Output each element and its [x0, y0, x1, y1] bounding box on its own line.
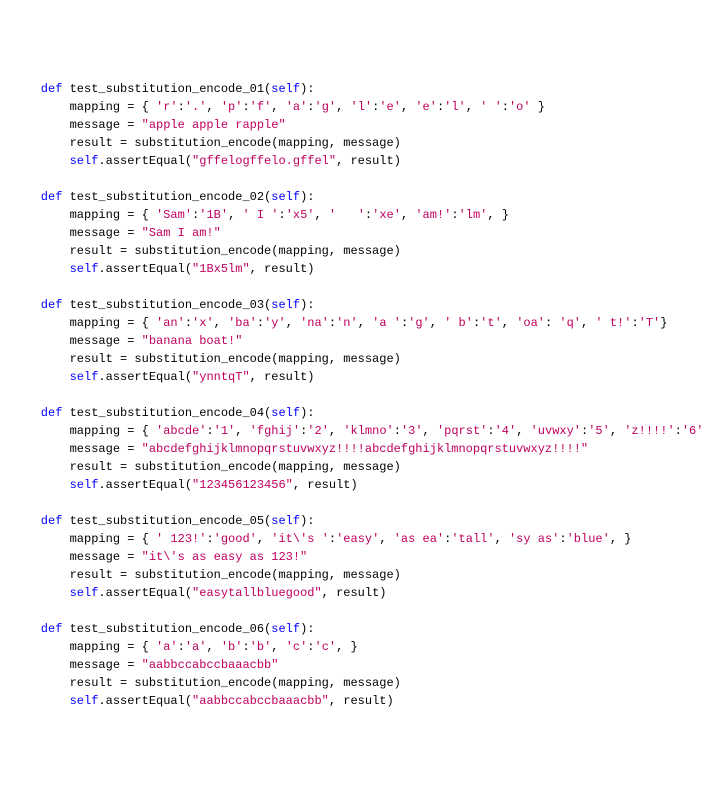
- mapping-line: mapping = { 'Sam':'1B', ' I ':'x5', ' ':…: [12, 206, 691, 224]
- blank-line: [12, 386, 691, 404]
- mapping-line: mapping = { 'r':'.', 'p':'f', 'a':'g', '…: [12, 98, 691, 116]
- keyword-def: def: [41, 622, 63, 636]
- result-line: result = substitution_encode(mapping, me…: [12, 134, 691, 152]
- keyword-def: def: [41, 82, 63, 96]
- blank-line: [12, 494, 691, 512]
- function-name: test_substitution_encode_04: [70, 406, 264, 420]
- blank-line: [12, 278, 691, 296]
- mapping-line: mapping = { 'a':'a', 'b':'b', 'c':'c', }: [12, 638, 691, 656]
- function-name: test_substitution_encode_03: [70, 298, 264, 312]
- keyword-self: self: [70, 154, 99, 168]
- blank-line: [12, 602, 691, 620]
- assert-line: self.assertEqual("123456123456", result): [12, 476, 691, 494]
- assert-arg: "aabbccabccbaaacbb": [192, 694, 329, 708]
- assert-arg: "ynntqT": [192, 370, 250, 384]
- keyword-self: self: [70, 262, 99, 276]
- message-line: message = "apple apple rapple": [12, 116, 691, 134]
- mapping-line: mapping = { 'abcde':'1', 'fghij':'2', 'k…: [12, 422, 691, 440]
- result-line: result = substitution_encode(mapping, me…: [12, 458, 691, 476]
- function-name: test_substitution_encode_06: [70, 622, 264, 636]
- function-name: test_substitution_encode_05: [70, 514, 264, 528]
- mapping-line: mapping = { 'an':'x', 'ba':'y', 'na':'n'…: [12, 314, 691, 332]
- assert-line: self.assertEqual("gffelogffelo.gffel", r…: [12, 152, 691, 170]
- assert-line: self.assertEqual("aabbccabccbaaacbb", re…: [12, 692, 691, 710]
- result-line: result = substitution_encode(mapping, me…: [12, 350, 691, 368]
- message-line: message = "abcdefghijklmnopqrstuvwxyz!!!…: [12, 440, 691, 458]
- keyword-self: self: [271, 622, 300, 636]
- def-line: def test_substitution_encode_03(self):: [12, 296, 691, 314]
- def-line: def test_substitution_encode_02(self):: [12, 188, 691, 206]
- message-line: message = "aabbccabccbaaacbb": [12, 656, 691, 674]
- keyword-self: self: [70, 370, 99, 384]
- def-line: def test_substitution_encode_06(self):: [12, 620, 691, 638]
- message-line: message = "it\'s as easy as 123!": [12, 548, 691, 566]
- function-name: test_substitution_encode_02: [70, 190, 264, 204]
- keyword-self: self: [271, 190, 300, 204]
- result-line: result = substitution_encode(mapping, me…: [12, 242, 691, 260]
- assert-arg: "1Bx5lm": [192, 262, 250, 276]
- assert-arg: "123456123456": [192, 478, 293, 492]
- assert-arg: "easytallbluegood": [192, 586, 322, 600]
- keyword-self: self: [271, 406, 300, 420]
- result-line: result = substitution_encode(mapping, me…: [12, 566, 691, 584]
- def-line: def test_substitution_encode_01(self):: [12, 80, 691, 98]
- code-block: def test_substitution_encode_01(self):ma…: [12, 80, 691, 710]
- assert-line: self.assertEqual("1Bx5lm", result): [12, 260, 691, 278]
- keyword-self: self: [70, 694, 99, 708]
- keyword-self: self: [271, 298, 300, 312]
- function-name: test_substitution_encode_01: [70, 82, 264, 96]
- message-line: message = "banana boat!": [12, 332, 691, 350]
- keyword-def: def: [41, 298, 63, 312]
- def-line: def test_substitution_encode_04(self):: [12, 404, 691, 422]
- result-line: result = substitution_encode(mapping, me…: [12, 674, 691, 692]
- keyword-self: self: [271, 514, 300, 528]
- assert-arg: "gffelogffelo.gffel": [192, 154, 336, 168]
- message-line: message = "Sam I am!": [12, 224, 691, 242]
- keyword-self: self: [271, 82, 300, 96]
- def-line: def test_substitution_encode_05(self):: [12, 512, 691, 530]
- keyword-self: self: [70, 586, 99, 600]
- keyword-self: self: [70, 478, 99, 492]
- mapping-line: mapping = { ' 123!':'good', 'it\'s ':'ea…: [12, 530, 691, 548]
- assert-line: self.assertEqual("ynntqT", result): [12, 368, 691, 386]
- assert-line: self.assertEqual("easytallbluegood", res…: [12, 584, 691, 602]
- keyword-def: def: [41, 190, 63, 204]
- keyword-def: def: [41, 406, 63, 420]
- blank-line: [12, 170, 691, 188]
- keyword-def: def: [41, 514, 63, 528]
